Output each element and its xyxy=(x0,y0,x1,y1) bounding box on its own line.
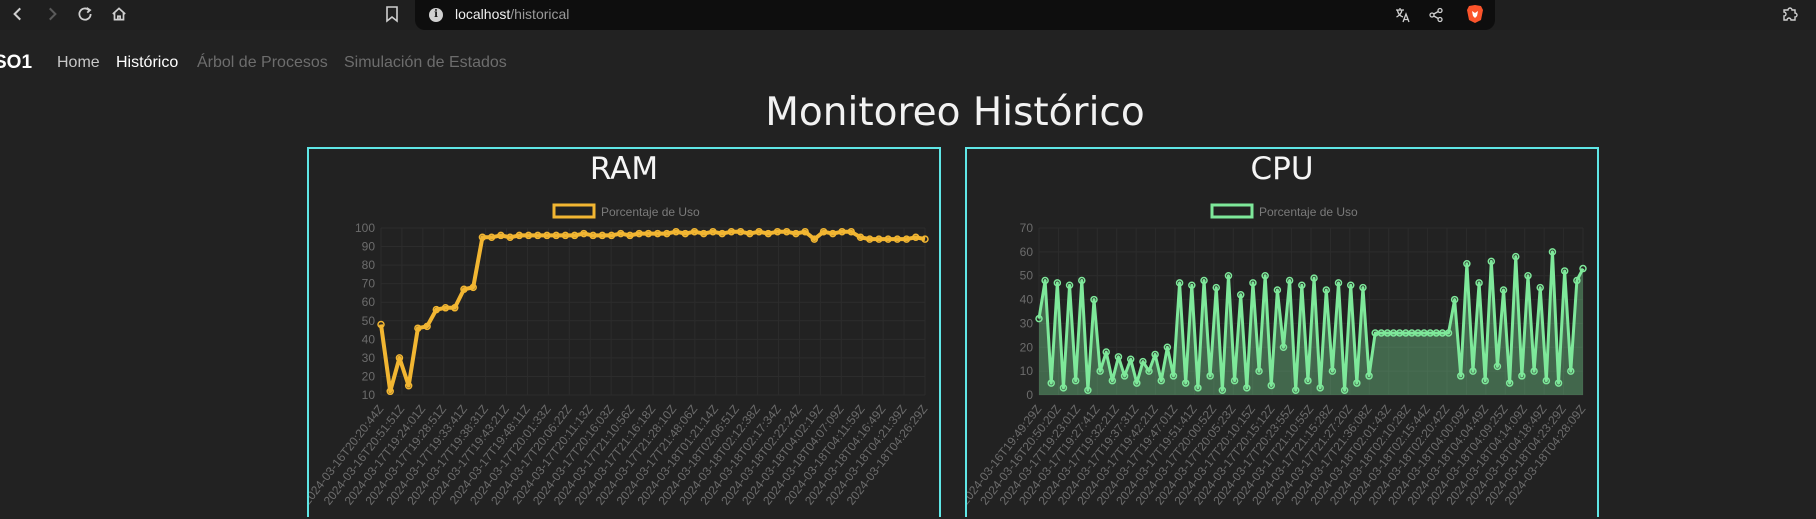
url-host: localhost xyxy=(455,6,511,22)
ram-y-tick-label: 40 xyxy=(362,332,376,346)
translate-icon[interactable] xyxy=(1393,5,1413,25)
back-icon[interactable] xyxy=(6,2,30,26)
brand-logo[interactable]: SO1 xyxy=(0,52,32,74)
ram-y-tick-label: 70 xyxy=(362,277,376,291)
app-navbar: SO1 Home Histórico Árbol de Procesos Sim… xyxy=(0,46,1816,80)
brave-shield-icon[interactable] xyxy=(1466,4,1484,24)
ram-legend-label[interactable]: Porcentaje de Uso xyxy=(601,205,700,219)
cpu-y-tick-label: 10 xyxy=(1020,364,1034,378)
ram-y-tick-label: 30 xyxy=(362,351,376,365)
ram-legend-swatch[interactable] xyxy=(552,203,596,219)
ram-y-tick-label: 60 xyxy=(362,295,376,309)
home-icon[interactable] xyxy=(107,2,131,26)
ram-y-tick-label: 100 xyxy=(355,221,375,235)
browser-toolbar: i localhost/historical xyxy=(0,0,1816,30)
ram-y-tick-label: 80 xyxy=(362,258,376,272)
cpu-chart-panel: CPU Porcentaje de Uso 70 60 50 40 30 20 10 0 2024… xyxy=(965,147,1599,517)
cpu-y-tick-label: 70 xyxy=(1020,221,1034,235)
cpu-y-tick-label: 60 xyxy=(1020,245,1034,259)
ram-chart: Porcentaje de Uso10090807060504030201020… xyxy=(309,203,930,508)
url-path: /historical xyxy=(510,6,570,22)
cpu-y-tick-label: 0 xyxy=(1026,388,1033,402)
forward-icon[interactable] xyxy=(40,2,64,26)
cpu-y-tick-label: 20 xyxy=(1020,340,1034,354)
cpu-y-tick-label: 30 xyxy=(1020,316,1034,330)
url-text[interactable]: localhost/historical xyxy=(455,6,569,22)
address-bar[interactable]: i localhost/historical xyxy=(415,0,1495,30)
ram-y-tick-label: 50 xyxy=(362,314,376,328)
cpu-legend-swatch[interactable] xyxy=(1210,203,1254,219)
nav-link-home[interactable]: Home xyxy=(57,54,100,72)
cpu-y-tick-label: 40 xyxy=(1020,293,1034,307)
bookmark-icon[interactable] xyxy=(384,5,400,27)
nav-link-simulacion-estados[interactable]: Simulación de Estados xyxy=(344,54,507,72)
nav-link-historico[interactable]: Histórico xyxy=(116,54,178,72)
share-icon[interactable] xyxy=(1426,5,1446,25)
page-title: Monitoreo Histórico xyxy=(765,90,1145,135)
cpu-legend-label[interactable]: Porcentaje de Uso xyxy=(1259,205,1358,219)
ram-chart-panel: RAM Porcentaje de Uso 100 90 80 70 60 50 40 30 20… xyxy=(307,147,941,517)
cpu-y-tick-label: 50 xyxy=(1020,269,1034,283)
cpu-chart: Porcentaje de Uso7060504030201002024-03-… xyxy=(967,203,1588,508)
site-info-icon[interactable]: i xyxy=(429,8,443,22)
ram-y-tick-label: 20 xyxy=(362,369,376,383)
nav-link-arbol-procesos[interactable]: Árbol de Procesos xyxy=(197,54,328,72)
reload-icon[interactable] xyxy=(73,2,97,26)
ram-y-tick-label: 90 xyxy=(362,240,376,254)
ram-y-tick-label: 10 xyxy=(362,388,376,402)
extensions-icon[interactable] xyxy=(1780,4,1800,28)
